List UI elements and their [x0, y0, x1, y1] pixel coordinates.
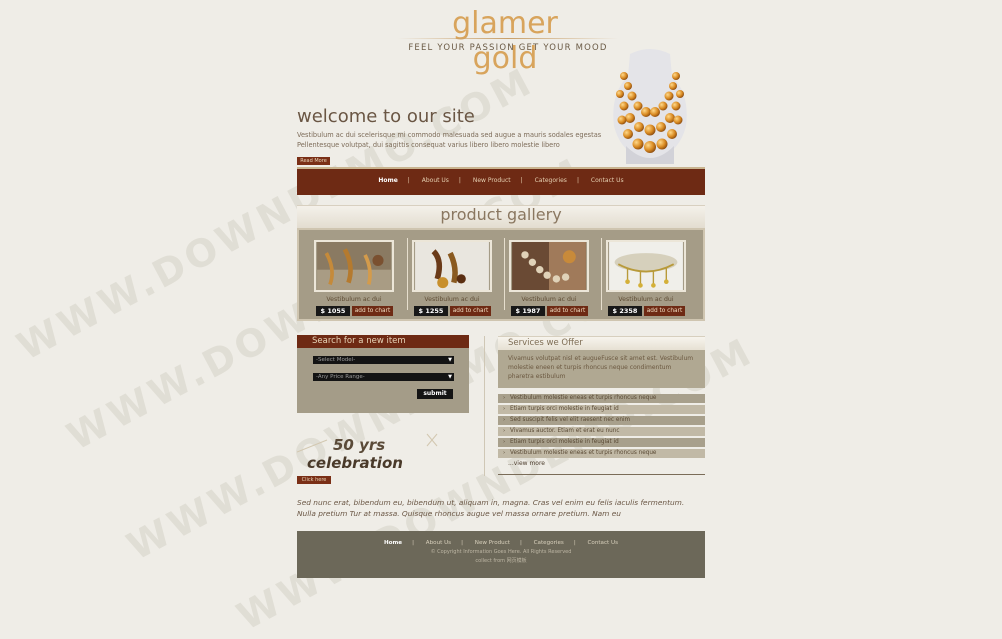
copyright-text: © Copyright Information Goes Here. All R… [430, 549, 572, 555]
service-item[interactable]: › Vestibulum molestie eneas et turpis rho… [498, 394, 705, 403]
chevron-right-icon: › [503, 439, 506, 445]
product-image[interactable] [314, 240, 394, 292]
chevron-right-icon: › [503, 450, 506, 456]
nav-separator: | [576, 177, 579, 184]
services-title: Services we Offer [498, 336, 705, 351]
submit-button[interactable]: submit [417, 389, 453, 399]
celebration-banner[interactable]: 50 yrs celebration [297, 430, 477, 475]
nav-separator: | [458, 177, 461, 184]
nav-home[interactable]: Home [378, 177, 397, 184]
service-item[interactable]: › Vestibulum molestie eneas et turpis rho… [498, 449, 705, 458]
footer-link-new-product[interactable]: New Product [475, 540, 510, 546]
search-panel-title: Search for a new item [297, 335, 469, 348]
service-item-label: Etiam turpis orci molestie in feugiat id [510, 439, 619, 445]
service-item-label: Sed suscipit felis vel elit raesent nec … [510, 417, 631, 423]
product-card: Vestibulum ac dui $ 1055 add to chart [311, 240, 397, 318]
bottom-paragraph: Sed nunc erat, bibendum eu, bibendum ut,… [297, 498, 685, 518]
service-item-label: Vestibulum molestie eneas et turpis rhon… [510, 450, 657, 456]
product-image[interactable] [412, 240, 492, 292]
nav-categories[interactable]: Categories [535, 177, 567, 184]
product-price: $ 1987 [511, 306, 545, 316]
product-caption: Vestibulum ac dui [424, 296, 480, 303]
service-item[interactable]: › Etiam turpis orci molestie in feugiat i… [498, 405, 705, 414]
nav-separator: | [519, 540, 522, 546]
service-item-label: Etiam turpis orci molestie in feugiat id [510, 406, 619, 412]
service-item-label: Vivamus auctor. Etiam et erat eu nunc [510, 428, 620, 434]
celebration-years: 50 yrs [333, 436, 385, 454]
site-logo[interactable]: glamer gold [420, 6, 590, 76]
product-gallery: Vestibulum ac dui $ 1055 add to chart Ve… [297, 228, 705, 321]
nav-about-us[interactable]: About Us [422, 177, 449, 184]
product-price: $ 1255 [414, 306, 448, 316]
services-intro: Vivamus volutpat nisl et augueFusce sit … [498, 350, 705, 388]
service-item-label: Vestibulum molestie eneas et turpis rhon… [510, 395, 657, 401]
add-to-cart-button[interactable]: add to chart [644, 306, 685, 316]
divider [407, 238, 408, 310]
model-select-value: -Select Model- [316, 357, 356, 363]
price-range-select[interactable]: -Any Price Range- ▼ [313, 373, 454, 381]
product-price: $ 1055 [316, 306, 350, 316]
nav-separator: | [407, 177, 410, 184]
nav-separator: | [520, 177, 523, 184]
nav-separator: | [573, 540, 576, 546]
model-select[interactable]: -Select Model- ▼ [313, 356, 454, 364]
product-price: $ 2358 [608, 306, 642, 316]
chevron-right-icon: › [503, 395, 506, 401]
add-to-cart-button[interactable]: add to chart [547, 306, 588, 316]
main-nav: Home | About Us | New Product | Categories |… [297, 167, 705, 195]
divider [498, 474, 705, 475]
welcome-line: Pellentesque volutpat, dui sagittis cons… [297, 141, 560, 149]
footer: Home | About Us | New Product | Categories |… [297, 531, 705, 578]
chevron-down-icon: ▼ [448, 374, 452, 380]
product-card: Vestibulum ac dui $ 2358 add to chart [603, 240, 689, 318]
footer-link-home[interactable]: Home [384, 540, 402, 546]
chevron-down-icon: ▼ [448, 357, 452, 363]
read-more-button[interactable]: Read More [297, 157, 330, 165]
service-item[interactable]: › Etiam turpis orci molestie in feugiat i… [498, 438, 705, 447]
divider [504, 238, 505, 310]
footer-link-contact-us[interactable]: Contact Us [587, 540, 618, 546]
gallery-title: product gallery [440, 205, 562, 224]
divider [601, 238, 602, 310]
nav-contact-us[interactable]: Contact Us [591, 177, 624, 184]
chevron-right-icon: › [503, 428, 506, 434]
welcome-text: Vestibulum ac dui scelerisque mi commodo… [297, 130, 617, 150]
footer-link-about-us[interactable]: About Us [426, 540, 451, 546]
product-image[interactable] [606, 240, 686, 292]
add-to-cart-button[interactable]: add to chart [352, 306, 393, 316]
chevron-right-icon: › [503, 406, 506, 412]
welcome-line: Vestibulum ac dui scelerisque mi commodo… [297, 131, 602, 139]
nav-separator: | [412, 540, 414, 546]
add-to-cart-button[interactable]: add to chart [450, 306, 491, 316]
chevron-right-icon: › [503, 417, 506, 423]
product-caption: Vestibulum ac dui [326, 296, 382, 303]
product-caption: Vestibulum ac dui [618, 296, 674, 303]
site-tagline: FEEL YOUR PASSION GET YOUR MOOD [408, 43, 608, 53]
product-caption: Vestibulum ac dui [521, 296, 577, 303]
view-more-link[interactable]: ...view more [508, 460, 545, 467]
product-card: Vestibulum ac dui $ 1987 add to chart [506, 240, 592, 318]
welcome-title: welcome to our site [297, 106, 475, 127]
collect-text: collect from 网页模板 [475, 558, 527, 564]
celebration-word: celebration [307, 454, 403, 472]
product-card: Vestibulum ac dui $ 1255 add to chart [409, 240, 495, 318]
service-item[interactable]: › Sed suscipit felis vel elit raesent nec… [498, 416, 705, 425]
logo-underline [398, 38, 618, 39]
footer-link-categories[interactable]: Categories [534, 540, 564, 546]
click-here-button[interactable]: Click here [297, 476, 331, 484]
price-select-value: -Any Price Range- [316, 374, 365, 380]
column-divider [484, 336, 485, 476]
nav-separator: | [461, 540, 463, 546]
nav-new-product[interactable]: New Product [473, 177, 511, 184]
product-image[interactable] [509, 240, 589, 292]
service-item[interactable]: › Vivamus auctor. Etiam et erat eu nunc [498, 427, 705, 436]
